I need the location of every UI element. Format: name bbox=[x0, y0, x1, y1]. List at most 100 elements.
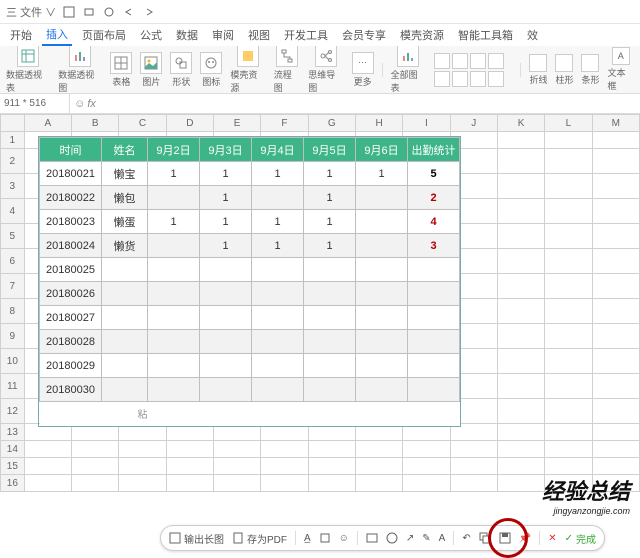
cell[interactable] bbox=[592, 349, 639, 374]
cell[interactable] bbox=[545, 374, 592, 399]
name-box[interactable]: 911 * 516 bbox=[0, 94, 70, 113]
table-cell[interactable]: 1 bbox=[252, 234, 304, 258]
table-cell[interactable]: 20180026 bbox=[40, 282, 102, 306]
shapes-button[interactable]: 形状 bbox=[170, 52, 192, 88]
cell[interactable] bbox=[261, 441, 308, 458]
table-cell[interactable] bbox=[200, 330, 252, 354]
cell[interactable] bbox=[355, 475, 402, 492]
table-cell[interactable] bbox=[252, 354, 304, 378]
table-cell[interactable] bbox=[408, 330, 460, 354]
cell[interactable] bbox=[545, 299, 592, 324]
chart-area-icon[interactable] bbox=[488, 53, 504, 69]
cell[interactable] bbox=[545, 249, 592, 274]
rect-shape-icon[interactable] bbox=[366, 532, 378, 544]
cell[interactable] bbox=[450, 458, 497, 475]
done-button[interactable]: ✓ 完成 bbox=[565, 531, 596, 546]
table-cell[interactable]: 1 bbox=[304, 234, 356, 258]
cell[interactable] bbox=[592, 458, 639, 475]
cell[interactable] bbox=[71, 441, 118, 458]
row-header[interactable]: 4 bbox=[1, 199, 25, 224]
save-icon[interactable] bbox=[499, 532, 511, 544]
row-header[interactable]: 6 bbox=[1, 249, 25, 274]
row-header[interactable]: 7 bbox=[1, 274, 25, 299]
crop-icon[interactable] bbox=[319, 532, 331, 544]
row-header[interactable]: 14 bbox=[1, 441, 25, 458]
cell[interactable] bbox=[308, 441, 355, 458]
cell[interactable] bbox=[24, 458, 71, 475]
emoji-icon[interactable]: ☺ bbox=[339, 533, 349, 544]
redo-icon[interactable] bbox=[142, 5, 156, 19]
table-cell[interactable]: 20180022 bbox=[40, 186, 102, 210]
cell[interactable] bbox=[497, 224, 544, 249]
cell[interactable] bbox=[545, 349, 592, 374]
cell[interactable] bbox=[450, 475, 497, 492]
chart-stock-icon[interactable] bbox=[452, 71, 468, 87]
pivot-chart-button[interactable]: 数据透视图 bbox=[58, 46, 102, 94]
tab-insert[interactable]: 插入 bbox=[42, 24, 72, 46]
table-cell[interactable] bbox=[304, 330, 356, 354]
tab-eff[interactable]: 效 bbox=[523, 25, 542, 45]
table-cell[interactable] bbox=[102, 306, 148, 330]
table-cell[interactable] bbox=[304, 306, 356, 330]
table-cell[interactable] bbox=[304, 378, 356, 402]
cell[interactable] bbox=[403, 475, 450, 492]
cell[interactable] bbox=[545, 274, 592, 299]
col-header[interactable]: L bbox=[545, 115, 592, 132]
table-cell[interactable] bbox=[252, 282, 304, 306]
cell[interactable] bbox=[592, 374, 639, 399]
pen-icon[interactable]: ✎ bbox=[422, 533, 430, 544]
cell[interactable] bbox=[119, 475, 166, 492]
table-cell[interactable] bbox=[148, 186, 200, 210]
picture-button[interactable]: 图片 bbox=[140, 52, 162, 88]
table-cell[interactable] bbox=[408, 258, 460, 282]
cell[interactable] bbox=[592, 299, 639, 324]
cell[interactable] bbox=[308, 458, 355, 475]
table-cell[interactable] bbox=[200, 258, 252, 282]
cell[interactable] bbox=[592, 174, 639, 199]
tab-member[interactable]: 会员专享 bbox=[338, 25, 390, 45]
table-cell[interactable]: 2 bbox=[408, 186, 460, 210]
table-cell[interactable] bbox=[102, 354, 148, 378]
table-cell[interactable] bbox=[304, 282, 356, 306]
tab-view[interactable]: 视图 bbox=[244, 25, 274, 45]
row-header[interactable]: 8 bbox=[1, 299, 25, 324]
undo-tool-icon[interactable]: ↶ bbox=[462, 533, 470, 544]
table-cell[interactable]: 1 bbox=[200, 162, 252, 186]
table-cell[interactable] bbox=[102, 258, 148, 282]
row-header[interactable]: 5 bbox=[1, 224, 25, 249]
table-cell[interactable]: 4 bbox=[408, 210, 460, 234]
cell[interactable] bbox=[497, 399, 544, 424]
cell[interactable] bbox=[592, 399, 639, 424]
cell[interactable] bbox=[497, 441, 544, 458]
table-cell[interactable]: 1 bbox=[252, 210, 304, 234]
col-header[interactable]: A bbox=[24, 115, 71, 132]
table-cell[interactable]: 1 bbox=[304, 162, 356, 186]
chart-more-icon[interactable] bbox=[488, 71, 504, 87]
chart-line-icon[interactable] bbox=[434, 53, 450, 69]
row-header[interactable]: 10 bbox=[1, 349, 25, 374]
paste-options-icon[interactable]: 粘 bbox=[40, 402, 148, 426]
cell[interactable] bbox=[403, 441, 450, 458]
table-cell[interactable]: 20180025 bbox=[40, 258, 102, 282]
sparkline-line[interactable]: 折线 bbox=[529, 54, 547, 86]
table-cell[interactable] bbox=[200, 282, 252, 306]
row-header[interactable]: 15 bbox=[1, 458, 25, 475]
cell[interactable] bbox=[545, 441, 592, 458]
table-cell[interactable] bbox=[252, 258, 304, 282]
row-header[interactable]: 13 bbox=[1, 424, 25, 441]
cell[interactable] bbox=[592, 324, 639, 349]
cell[interactable] bbox=[355, 441, 402, 458]
cell[interactable] bbox=[403, 458, 450, 475]
cell[interactable] bbox=[592, 149, 639, 174]
col-header[interactable]: B bbox=[71, 115, 118, 132]
cell[interactable] bbox=[497, 324, 544, 349]
cell[interactable] bbox=[545, 174, 592, 199]
cell[interactable] bbox=[497, 458, 544, 475]
mindmap-button[interactable]: 思维导图 bbox=[308, 46, 343, 94]
col-header[interactable]: H bbox=[355, 115, 402, 132]
table-cell[interactable] bbox=[252, 330, 304, 354]
cell[interactable] bbox=[592, 224, 639, 249]
cell[interactable] bbox=[213, 441, 260, 458]
cell[interactable] bbox=[24, 475, 71, 492]
table-cell[interactable] bbox=[102, 282, 148, 306]
